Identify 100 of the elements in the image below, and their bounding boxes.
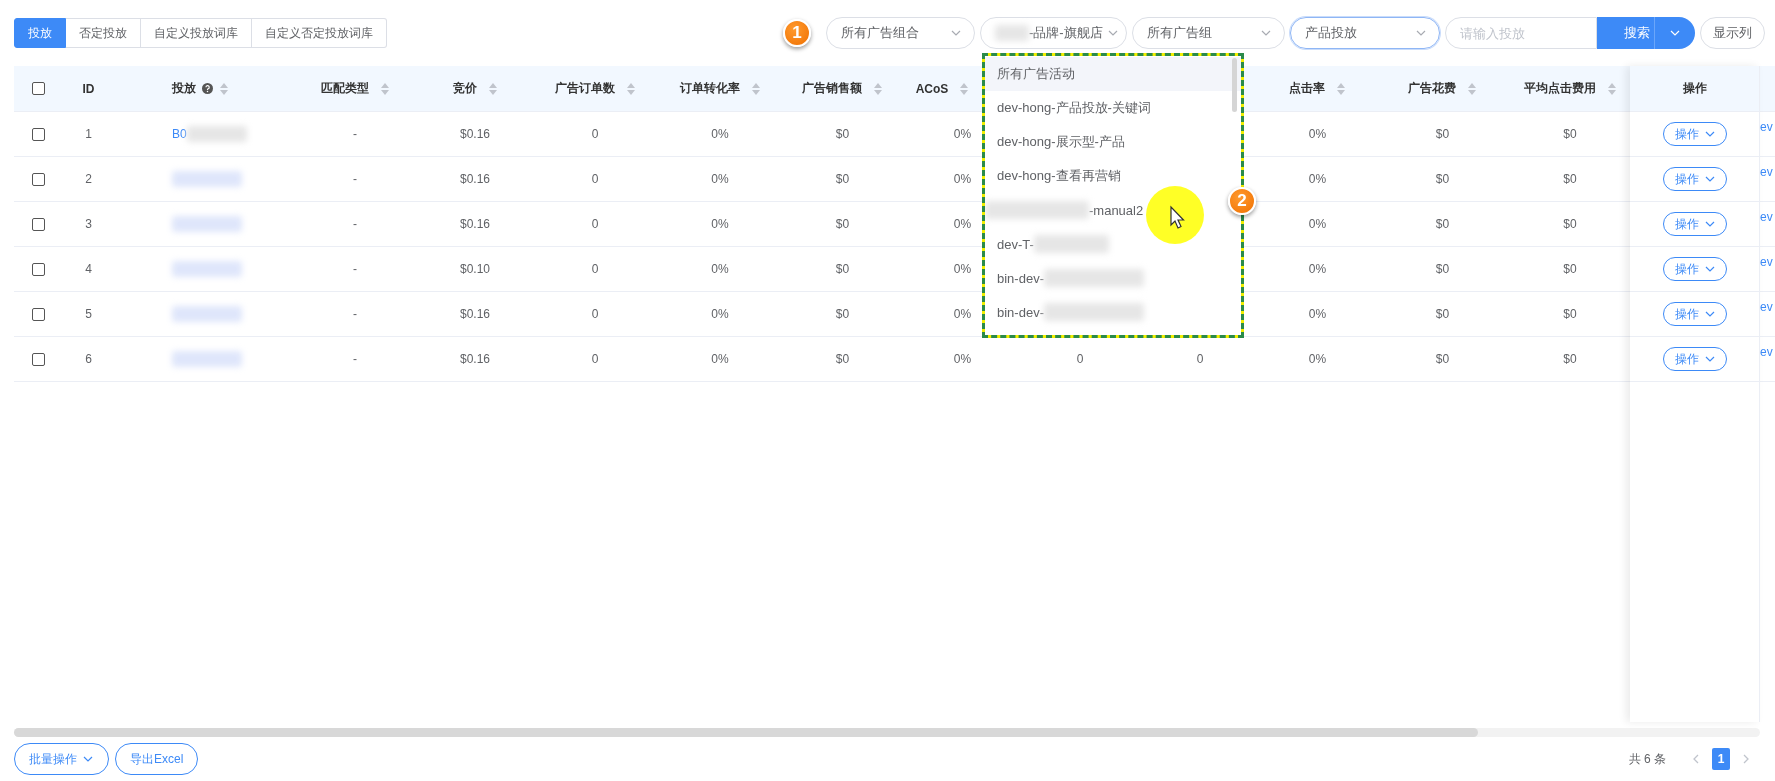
column-header: 订单转化率	[679, 80, 740, 97]
action-button[interactable]: 操作	[1663, 257, 1727, 281]
table-link[interactable]: ev	[1760, 345, 1773, 359]
menu-item[interactable]: dev-hong-展示型-产品	[985, 125, 1125, 159]
column-header: 操作	[1683, 80, 1707, 97]
action-button[interactable]: 操作	[1663, 302, 1727, 326]
menu-item[interactable]: bin-dev-	[985, 295, 1144, 329]
scrollbar[interactable]	[1232, 58, 1237, 112]
total-count: 共 6 条	[1628, 750, 1666, 768]
action-button[interactable]: 操作	[1663, 212, 1727, 236]
checkbox[interactable]	[31, 352, 45, 366]
table-link[interactable]: ev	[1760, 300, 1773, 314]
table-cell: 0%	[1308, 307, 1327, 321]
table-cell: $0	[835, 262, 850, 276]
column-header: 广告订单数	[554, 80, 615, 97]
menu-item[interactable]: dev-hong-查看再营销	[985, 159, 1121, 193]
table-cell: $0	[1435, 217, 1450, 231]
checkbox[interactable]	[31, 307, 45, 321]
table-cell: $0.10	[460, 262, 490, 276]
table-link[interactable]: ev	[1760, 210, 1773, 224]
table-link[interactable]: ev	[1760, 255, 1773, 269]
table-cell: $0	[835, 127, 850, 141]
table-cell: 1	[85, 127, 92, 141]
menu-item[interactable]: bin-dev-	[985, 261, 1144, 295]
table-cell: -	[353, 127, 357, 141]
table-cell: 0%	[953, 172, 972, 186]
checkbox[interactable]	[31, 82, 45, 95]
table-cell: $0	[1563, 352, 1577, 366]
menu-item[interactable]: -manual2	[985, 193, 1144, 227]
table-cell: $0	[1563, 262, 1577, 276]
table-cell: 0%	[953, 262, 972, 276]
table-cell: $0	[1435, 307, 1450, 321]
step-badge: 2	[1228, 187, 1256, 215]
column-header: ACoS	[915, 81, 949, 96]
table-cell: 0%	[711, 172, 729, 186]
table-cell: $0.16	[460, 172, 490, 186]
column-header: 竞价	[452, 80, 477, 97]
action-button[interactable]: 操作	[1663, 167, 1727, 191]
table-cell: 3	[85, 217, 92, 231]
page-button[interactable]: 1	[1712, 748, 1730, 770]
table-cell: 0%	[953, 127, 972, 141]
redacted-blur	[172, 351, 242, 367]
tab[interactable]: 自定义否定投放词库	[252, 18, 387, 48]
table-cell: 0%	[711, 352, 729, 366]
tab[interactable]: 投放	[14, 18, 66, 48]
table-cell: $0	[1435, 352, 1450, 366]
export-button[interactable]: 导出Excel	[115, 743, 199, 775]
table-cell: $0	[1563, 307, 1577, 321]
table-cell: $0.16	[460, 127, 490, 141]
table-cell: $0	[835, 307, 850, 321]
search-field[interactable]: 请输入投放	[1445, 17, 1597, 49]
redacted-blur	[186, 126, 247, 142]
table-cell: 0%	[953, 217, 972, 231]
table-cell: 0	[591, 307, 599, 321]
checkbox[interactable]	[31, 127, 45, 141]
redacted-blur	[172, 171, 242, 187]
menu-item[interactable]: 所有广告活动	[985, 57, 1241, 91]
table-cell: 2	[85, 172, 92, 186]
table-cell: 0%	[1308, 217, 1327, 231]
action-button[interactable]: 操作	[1663, 122, 1727, 146]
search-button[interactable]: 搜索	[1597, 17, 1695, 49]
table-cell: $0.16	[460, 352, 490, 366]
table-link[interactable]: ev	[1760, 120, 1773, 134]
batch-button[interactable]: 批量操作	[14, 743, 109, 775]
table-link[interactable]: ev	[1760, 165, 1773, 179]
columns-button[interactable]: 显示列	[1700, 17, 1765, 49]
checkbox[interactable]	[31, 217, 45, 231]
table-cell: 0	[591, 217, 599, 231]
column-header: 投放	[172, 80, 196, 97]
table-cell: $0	[1563, 172, 1577, 186]
table-cell: -	[353, 307, 357, 321]
target-link[interactable]: B0	[172, 127, 187, 141]
menu-item[interactable]: dev-hong-产品投放-关键词	[985, 91, 1151, 125]
checkbox[interactable]	[31, 172, 45, 186]
column-header: 匹配类型	[320, 80, 369, 97]
table-cell: 0	[1196, 352, 1204, 366]
column-header: 点击率	[1289, 80, 1325, 97]
menu-item[interactable]: dev-T-	[985, 227, 1109, 261]
table-cell: $0	[1563, 127, 1577, 141]
table-cell: -	[353, 217, 357, 231]
table-cell: 6	[85, 352, 92, 366]
table-cell: 0%	[953, 307, 972, 321]
column-header: ID	[82, 81, 95, 96]
redacted-blur	[172, 261, 242, 277]
table-cell: 0	[591, 352, 599, 366]
table-cell: 0%	[711, 307, 729, 321]
redacted-blur	[172, 306, 242, 322]
tab[interactable]: 否定投放	[66, 18, 141, 48]
tab[interactable]: 自定义投放词库	[141, 18, 252, 48]
cursor-highlight-icon	[1145, 185, 1205, 245]
table-cell: 0%	[711, 217, 729, 231]
table-cell: -	[353, 352, 357, 366]
table-cell: -	[353, 172, 357, 186]
table-cell: 0	[591, 172, 599, 186]
table-cell: 5	[85, 307, 92, 321]
table-cell: $0.16	[460, 307, 490, 321]
action-button[interactable]: 操作	[1663, 347, 1727, 371]
checkbox[interactable]	[31, 262, 45, 276]
column-header: 平均点击费用	[1523, 80, 1596, 97]
scrollbar[interactable]	[14, 728, 1760, 737]
